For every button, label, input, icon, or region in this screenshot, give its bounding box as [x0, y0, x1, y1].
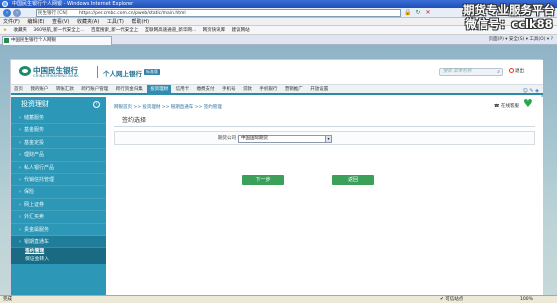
breadcrumb[interactable]: 网银首页 >> 投资理财 >> 银期直通车 >> 签约管理: [114, 104, 222, 110]
nav-item-fundpool[interactable]: 跨行资金归集: [113, 85, 146, 95]
online-help-link[interactable]: ☎ 在线客服: [494, 103, 519, 109]
sidebar-item-fund[interactable]: 基金服务: [11, 124, 106, 137]
sidebar-item-trust[interactable]: 代销信托管理: [11, 174, 106, 187]
page-viewport: 中国民生银行 CHINA MINSHENG BANK 个人网上银行 标准版 搜索…: [0, 45, 557, 295]
command-bar[interactable]: 页面(P) ▾ 安全(S) ▾ 工具(O) ▾ ?: [489, 36, 553, 44]
window-title: 中国民生银行个人网银 - Windows Internet Explorer: [12, 1, 134, 7]
fav-item-2[interactable]: 百度搜索_新一代安全上: [91, 28, 138, 33]
nav-item-creditcard[interactable]: 信用卡: [173, 85, 193, 95]
nav-item-accounts[interactable]: 我的账户: [27, 85, 51, 95]
nav-user-icon[interactable]: ☺ ✎ ◈: [523, 86, 539, 96]
sidebar-item-deposit[interactable]: 储蓄服务: [11, 112, 106, 125]
sidebar-sub-margin-in[interactable]: 保证金转入: [11, 256, 106, 265]
bank-page: 中国民生银行 CHINA MINSHENG BANK 个人网上银行 标准版 搜索…: [10, 59, 543, 295]
nav-item-transfer[interactable]: 转账汇款: [53, 85, 77, 95]
online-help-label: 在线客服: [501, 104, 520, 109]
stop-icon[interactable]: ✕: [424, 9, 432, 17]
favorites-star-icon: ★: [3, 28, 8, 33]
sidebar-sub-signing[interactable]: 签约管理: [11, 248, 106, 257]
sidebar-item-forex[interactable]: 外汇买卖: [11, 211, 106, 224]
logout-button[interactable]: 退出: [509, 68, 537, 76]
tab-title: 中国民生银行个人网银: [11, 38, 56, 43]
status-bar: 完成 ✔ 可信站点 100%: [0, 295, 557, 303]
menu-file[interactable]: 文件(F): [3, 19, 20, 25]
nav-item-investment[interactable]: 投资理财: [147, 85, 172, 95]
sidebar-title-text: 投资理财: [21, 100, 49, 108]
heart-icon[interactable]: ♥: [523, 98, 535, 109]
menu-view[interactable]: 查看(V): [52, 19, 69, 25]
sidebar: 投资理财 ‹ 储蓄服务 基金服务 基金定投 理财产品 私人银行产品 代销信托管理…: [11, 97, 106, 295]
watermark-line1: 期货专业服务平台: [463, 3, 555, 17]
company-select[interactable]: 中国国际期货 ▾: [238, 135, 332, 143]
status-text: 完成: [3, 297, 12, 302]
back-icon[interactable]: ‹: [3, 9, 11, 17]
search-icon[interactable]: ⌕: [497, 69, 500, 75]
lock-icon[interactable]: 🔒: [404, 9, 412, 17]
main-content: 网银首页 >> 投资理财 >> 银期直通车 >> 签约管理 ☎ 在线客服 ♥ 签…: [106, 97, 543, 295]
nav-item-mobile-bank[interactable]: 手机银行: [256, 85, 280, 95]
nav-item-home[interactable]: 首页: [11, 85, 26, 95]
zoom-level[interactable]: 100%: [520, 296, 533, 303]
chevron-down-icon[interactable]: ▾: [325, 136, 331, 142]
nav-item-mobile-number[interactable]: 手机号: [219, 85, 239, 95]
forward-icon[interactable]: ›: [13, 9, 21, 17]
fav-item-4[interactable]: 网页快讯库: [203, 28, 226, 33]
url-text: https://per.cmbc.com.cn/pweb/static/main…: [79, 11, 186, 16]
sidebar-item-fund-plan[interactable]: 基金定投: [11, 137, 106, 150]
search-placeholder: 搜索 菜单名称: [443, 69, 472, 74]
page-header: 中国民生银行 CHINA MINSHENG BANK 个人网上银行 标准版 搜索…: [11, 60, 543, 84]
sidebar-item-securities[interactable]: 网上证券: [11, 199, 106, 212]
sidebar-item-metals[interactable]: 贵金属服务: [11, 224, 106, 236]
sidebar-item-private[interactable]: 私人银行产品: [11, 162, 106, 174]
fav-item-1[interactable]: 360导航_新一代安全上...: [33, 28, 84, 33]
nav-item-crossbank[interactable]: 跨行账户管理: [78, 85, 111, 95]
headset-icon: ☎: [494, 104, 500, 109]
nav-item-settings[interactable]: 开放设置: [307, 85, 331, 95]
tab-bar: 中国民生银行个人网银 页面(P) ▾ 安全(S) ▾ 工具(O) ▾ ?: [0, 35, 557, 45]
watermark-line2: 微信号：cclk88: [465, 17, 553, 31]
tab-favicon-icon: [4, 38, 9, 43]
next-button[interactable]: 下一步: [242, 175, 284, 185]
sidebar-item-insurance[interactable]: 保险: [11, 186, 106, 199]
main-nav: 首页 我的账户 转账汇款 跨行账户管理 跨行资金归集 投资理财 信用卡 缴费支付…: [11, 84, 543, 95]
fav-item-0[interactable]: 收藏夹: [13, 28, 27, 33]
form-row: 期货公司 公司 中国国际期货 ▾: [114, 131, 535, 145]
menu-tools[interactable]: 工具(T): [107, 19, 124, 25]
menu-help[interactable]: 帮助(H): [131, 19, 149, 25]
security-zone: ✔ 可信站点: [440, 297, 464, 302]
fav-item-5[interactable]: 建议网站: [232, 28, 250, 33]
nav-item-promo[interactable]: 营销推广: [282, 85, 306, 95]
menu-favorites[interactable]: 收藏夹(A): [77, 19, 99, 25]
nav-item-loans[interactable]: 贷款: [240, 85, 255, 95]
version-badge[interactable]: 标准版: [144, 69, 160, 75]
tab-cmbc[interactable]: 中国民生银行个人网银: [2, 36, 112, 45]
back-button[interactable]: 返回: [332, 175, 374, 185]
url-input[interactable]: 民生银行 [CN] https://per.cmbc.com.cn/pweb/s…: [36, 9, 401, 17]
watermark: 期货专业服务平台 微信号：cclk88: [463, 3, 555, 31]
logout-label: 退出: [515, 69, 524, 74]
site-name: 个人网上银行: [103, 70, 142, 78]
ie-icon: [2, 1, 8, 7]
power-icon: [509, 68, 514, 73]
fav-item-3[interactable]: 互联网高速通道_新华网...: [145, 28, 197, 33]
company-select-value: 中国国际期货: [241, 136, 268, 141]
nav-item-payment[interactable]: 缴费支付: [194, 85, 218, 95]
panel-title: 签约选择: [114, 115, 535, 127]
sidebar-item-futures[interactable]: 银期直通车: [11, 235, 106, 249]
security-zone-label: 可信站点: [445, 297, 464, 302]
bank-logo-icon: [19, 66, 31, 76]
collapse-icon[interactable]: ‹: [93, 101, 100, 108]
bank-name-en: CHINA MINSHENG BANK: [33, 74, 79, 78]
header-divider: [97, 66, 98, 78]
sidebar-item-wealth[interactable]: 理财产品: [11, 149, 106, 162]
refresh-icon[interactable]: ↻: [414, 9, 422, 17]
menu-edit[interactable]: 编辑(E): [27, 19, 44, 25]
menu-search-input[interactable]: 搜索 菜单名称 ⌕: [439, 68, 503, 76]
sidebar-title: 投资理财 ‹: [11, 97, 106, 112]
site-prefix: 民生银行 [CN]: [38, 11, 68, 16]
